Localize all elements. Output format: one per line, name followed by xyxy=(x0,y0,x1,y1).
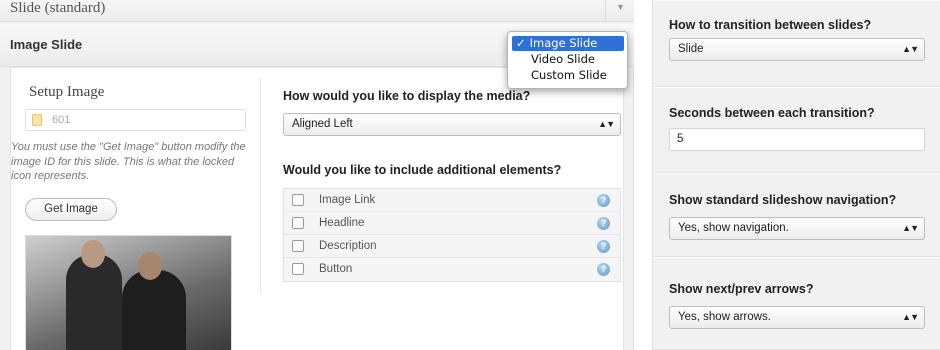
element-label: Image Link xyxy=(319,194,376,206)
preview-head-man xyxy=(81,240,105,268)
slide-header-title: Image Slide xyxy=(10,37,83,52)
navigation-question: Show standard slideshow navigation? xyxy=(669,193,897,207)
preview-figure-man xyxy=(66,254,122,350)
description-checkbox[interactable] xyxy=(292,240,304,252)
button-checkbox[interactable] xyxy=(292,263,304,275)
select-arrows-icon: ▲▼ xyxy=(902,223,919,233)
slide-bar-divider xyxy=(605,0,606,22)
element-label: Description xyxy=(319,240,377,252)
element-label: Headline xyxy=(319,217,365,229)
transition-question: How to transition between slides? xyxy=(669,18,872,32)
slide-type-dropdown[interactable]: ✓ Image Slide Video Slide Custom Slide xyxy=(507,31,628,89)
arrows-setting: Show next/prev arrows? Yes, show arrows.… xyxy=(653,257,940,350)
checkmark-icon: ✓ xyxy=(516,36,526,50)
arrows-value: Yes, show arrows. xyxy=(678,311,771,323)
additional-elements-question: Would you like to include additional ele… xyxy=(283,163,562,177)
get-image-button[interactable]: Get Image xyxy=(25,198,117,221)
slide-editor-panel: Slide (standard) ▼ Image Slide Setup Ima… xyxy=(0,0,634,350)
lock-icon xyxy=(32,114,42,126)
arrows-select[interactable]: Yes, show arrows. ▲▼ xyxy=(669,306,925,329)
transition-select[interactable]: Slide ▲▼ xyxy=(669,38,925,61)
dropdown-option-custom-slide[interactable]: Custom Slide xyxy=(512,68,624,83)
dropdown-option-video-slide[interactable]: Video Slide xyxy=(512,52,624,67)
slide-image-preview xyxy=(25,235,232,350)
option-label: Image Slide xyxy=(529,36,598,50)
help-icon[interactable]: ? xyxy=(597,194,610,207)
navigation-select[interactable]: Yes, show navigation. ▲▼ xyxy=(669,217,925,240)
select-arrows-icon: ▲▼ xyxy=(902,44,919,54)
column-divider xyxy=(260,78,261,293)
element-row-headline[interactable]: Headline ? xyxy=(284,212,620,235)
transition-value: Slide xyxy=(678,43,704,55)
headline-checkbox[interactable] xyxy=(292,217,304,229)
slide-bar-title: Slide (standard) xyxy=(10,0,106,16)
collapse-arrow-icon[interactable]: ▼ xyxy=(616,2,625,12)
dropdown-option-image-slide[interactable]: ✓ Image Slide xyxy=(512,36,624,51)
arrows-question: Show next/prev arrows? xyxy=(669,282,814,296)
image-link-checkbox[interactable] xyxy=(292,194,304,206)
seconds-question: Seconds between each transition? xyxy=(669,106,875,120)
seconds-setting: Seconds between each transition? 5 xyxy=(653,87,940,173)
navigation-value: Yes, show navigation. xyxy=(678,222,789,234)
element-label: Button xyxy=(319,263,353,275)
image-id-field: 601 xyxy=(25,109,246,131)
slideshow-settings-panel: How to transition between slides? Slide … xyxy=(652,0,940,350)
additional-elements-list: Image Link ? Headline ? Description ? Bu… xyxy=(283,188,621,282)
setup-image-title: Setup Image xyxy=(29,84,105,100)
display-media-question: How would you like to display the media? xyxy=(283,89,531,103)
select-arrows-icon: ▲▼ xyxy=(598,119,615,129)
image-id-value: 601 xyxy=(52,114,71,126)
navigation-setting: Show standard slideshow navigation? Yes,… xyxy=(653,173,940,257)
preview-head-woman xyxy=(138,252,162,280)
transition-setting: How to transition between slides? Slide … xyxy=(653,0,940,87)
help-icon[interactable]: ? xyxy=(597,217,610,230)
element-row-button[interactable]: Button ? xyxy=(284,258,620,281)
display-media-value: Aligned Left xyxy=(292,118,353,130)
select-arrows-icon: ▲▼ xyxy=(902,312,919,322)
display-media-select[interactable]: Aligned Left ▲▼ xyxy=(283,113,621,136)
help-icon[interactable]: ? xyxy=(597,240,610,253)
element-row-description[interactable]: Description ? xyxy=(284,235,620,258)
help-icon[interactable]: ? xyxy=(597,263,610,276)
seconds-input[interactable]: 5 xyxy=(669,128,925,151)
preview-figure-woman xyxy=(122,270,186,350)
setup-help-text: You must use the "Get Image" button modi… xyxy=(11,141,246,182)
element-row-image-link[interactable]: Image Link ? xyxy=(284,189,620,212)
slide-type-bar[interactable]: Slide (standard) ▼ xyxy=(0,0,634,22)
slide-content: Setup Image 601 You must use the "Get Im… xyxy=(10,67,624,350)
